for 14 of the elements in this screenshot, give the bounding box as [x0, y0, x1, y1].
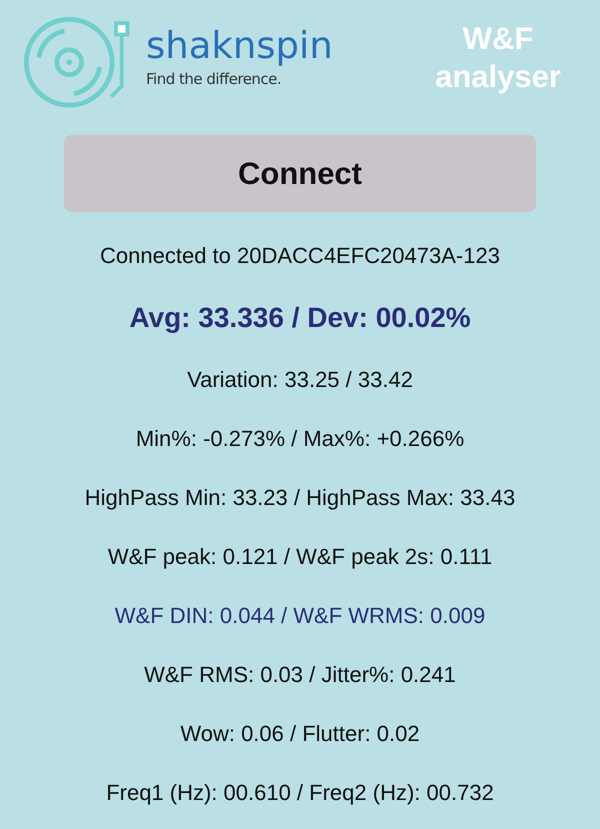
- logo-tagline: Find the difference.: [146, 70, 282, 88]
- logo-name: shaknspin: [146, 27, 333, 64]
- reading-line: Variation: 33.25 / 33.42: [186, 366, 414, 394]
- reading-line: W&F peak: 0.121 / W&F peak 2s: 0.111: [106, 543, 494, 571]
- reading-line: W&F RMS: 0.03 / Jitter%: 0.241: [143, 661, 457, 689]
- reading-line: Wow: 0.06 / Flutter: 0.02: [179, 720, 421, 748]
- connect-button[interactable]: Connect: [64, 135, 536, 212]
- reading-line: Min%: -0.273% / Max%: +0.266%: [134, 425, 466, 453]
- connection-status: Connected to 20DACC4EFC20473A-123: [99, 242, 501, 270]
- app-title: W&F analyser: [434, 20, 562, 95]
- reading-line: Freq1 (Hz): 00.610 / Freq2 (Hz): 00.732: [105, 779, 495, 807]
- reading-line: Avg: 33.336 / Dev: 00.02%: [128, 301, 472, 335]
- reading-line: HighPass Min: 33.23 / HighPass Max: 33.43: [84, 484, 516, 512]
- reading-line: W&F DIN: 0.044 / W&F WRMS: 0.009: [114, 602, 486, 630]
